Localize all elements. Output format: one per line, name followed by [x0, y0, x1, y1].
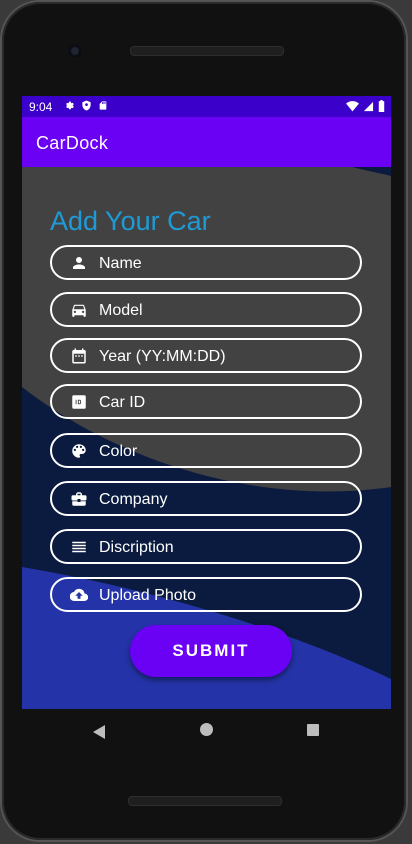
system-nav-bar	[22, 709, 391, 753]
home-icon[interactable]	[200, 723, 213, 736]
status-time: 9:04	[29, 100, 53, 114]
app-title: CarDock	[36, 133, 109, 153]
calendar-icon	[72, 348, 86, 364]
description-field[interactable]: Discription	[50, 529, 362, 564]
battery-icon	[378, 100, 385, 112]
car-id-field[interactable]: Car ID	[50, 384, 362, 419]
signal-icon	[363, 101, 374, 111]
year-label: Year (YY:MM:DD)	[99, 348, 226, 365]
car-icon	[72, 304, 86, 317]
description-label: Discription	[99, 539, 174, 556]
wifi-icon	[346, 100, 359, 111]
palette-icon	[72, 444, 86, 458]
briefcase-icon	[71, 492, 87, 506]
sd-card-icon	[99, 101, 107, 110]
cloud-upload-icon	[70, 588, 88, 602]
name-label: Name	[99, 255, 142, 272]
model-label: Model	[99, 302, 143, 319]
company-field[interactable]: Company	[50, 481, 362, 516]
upload-photo-label: Upload Photo	[99, 587, 196, 604]
shield-icon	[82, 100, 91, 111]
form-title: Add Your Car	[50, 206, 211, 236]
car-id-label: Car ID	[99, 394, 146, 411]
status-left-icons	[64, 100, 108, 111]
upload-photo-field[interactable]: Upload Photo	[50, 577, 362, 612]
status-right-icons	[346, 100, 385, 112]
color-label: Color	[99, 443, 138, 460]
name-field[interactable]: Name	[50, 245, 362, 280]
gear-icon	[66, 101, 74, 110]
recents-icon[interactable]	[307, 724, 319, 736]
front-camera	[68, 44, 82, 58]
year-field[interactable]: Year (YY:MM:DD)	[50, 338, 362, 373]
back-icon[interactable]	[93, 725, 105, 739]
form-content: Add Your Car Name Model Year (YY:MM:DD) …	[22, 167, 391, 709]
status-bar: 9:04	[22, 96, 391, 117]
color-field[interactable]: Color	[50, 433, 362, 468]
company-label: Company	[99, 491, 168, 508]
person-icon	[73, 257, 85, 269]
app-bar: CarDock	[22, 117, 391, 167]
list-icon	[72, 541, 86, 553]
model-field[interactable]: Model	[50, 292, 362, 327]
phone-frame: 9:04 CarDock Add Your Car Name Model Yea…	[2, 2, 406, 840]
submit-button[interactable]: SUBMIT	[130, 625, 292, 677]
id-badge-icon	[72, 395, 86, 409]
bottom-speaker	[128, 796, 282, 806]
screen: 9:04 CarDock Add Your Car Name Model Yea…	[22, 96, 391, 709]
top-speaker	[130, 46, 284, 56]
